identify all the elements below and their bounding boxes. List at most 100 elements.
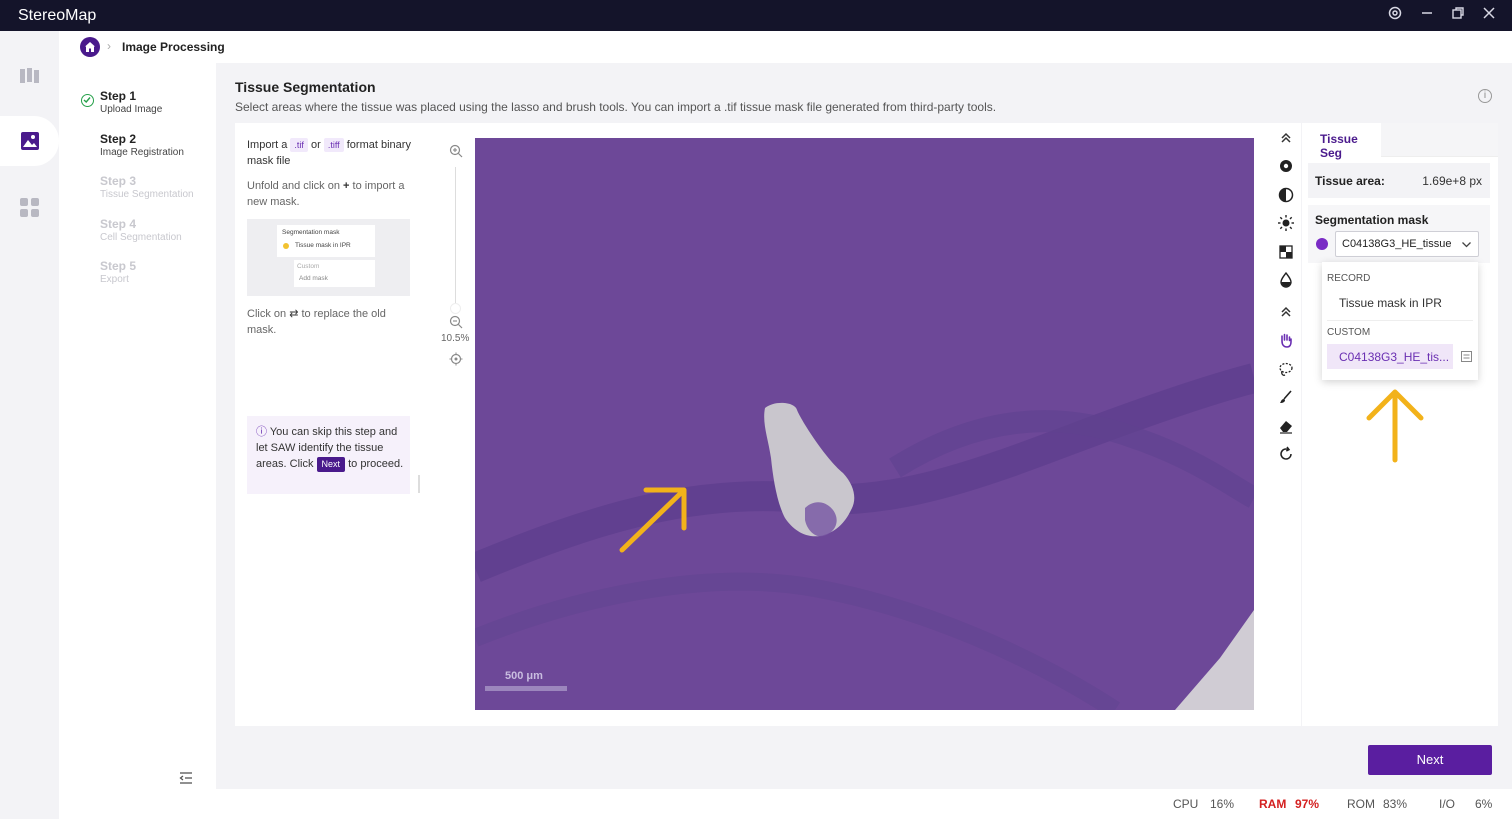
page-title: Tissue Segmentation xyxy=(235,79,376,95)
unfold-prefix-text: Unfold and click on xyxy=(247,180,340,192)
adjust-gear-icon[interactable] xyxy=(1277,157,1295,175)
mini-mask-card: Segmentation mask Tissue mask in IPR xyxy=(277,225,375,257)
main-content: Tissue Segmentation Select areas where t… xyxy=(216,63,1512,789)
dropdown-divider xyxy=(1327,320,1473,321)
app-title: StereoMap xyxy=(18,7,97,24)
cpu-value: 16% xyxy=(1210,797,1235,811)
mini-custom-card: Custom Add mask xyxy=(294,260,375,287)
or-text: or xyxy=(311,139,321,151)
rail-map-item[interactable] xyxy=(0,51,59,101)
step-subtitle: Image Registration xyxy=(100,147,184,158)
mini-title: Segmentation mask xyxy=(282,229,340,236)
step-subtitle: Upload Image xyxy=(100,104,163,115)
contrast-icon[interactable] xyxy=(1277,186,1295,204)
tissue-area-row: Tissue area: 1.69e+8 px xyxy=(1308,163,1490,198)
scale-bar xyxy=(485,686,567,691)
reset-rotate-icon[interactable] xyxy=(1277,445,1295,463)
step-subtitle: Tissue Segmentation xyxy=(100,189,194,200)
hand-pan-icon[interactable] xyxy=(1277,331,1295,349)
close-icon[interactable] xyxy=(1480,6,1498,24)
tab-tissue-seg[interactable]: Tissue Seg xyxy=(1302,123,1381,160)
skip-hint-text: ⓘ You can skip this step and let SAW ide… xyxy=(256,424,406,472)
collapse-up-icon[interactable] xyxy=(1277,129,1295,147)
step-subtitle: Export xyxy=(100,274,129,285)
swap-icon: ⇄ xyxy=(289,308,299,320)
dropdown-item-custom[interactable]: C04138G3_HE_tis... xyxy=(1327,344,1453,369)
mask-dropdown-menu: RECORD Tissue mask in IPR CUSTOM C04138G… xyxy=(1322,262,1478,380)
settings-icon-glyph xyxy=(1388,6,1402,20)
zoom-out-icon[interactable] xyxy=(449,315,463,329)
hint-info-icon: ⓘ xyxy=(256,426,267,438)
segmentation-mask-title: Segmentation mask xyxy=(1315,213,1429,227)
replace-mask-icon[interactable] xyxy=(1461,351,1472,362)
tif-chip: .tif xyxy=(290,138,308,152)
rail-apps-item[interactable] xyxy=(0,183,59,233)
breadcrumb: › Image Processing xyxy=(59,31,1512,63)
scale-bar-label: 500 μm xyxy=(505,670,543,682)
ram-value: 97% xyxy=(1295,797,1320,811)
lasso-icon[interactable] xyxy=(1277,360,1295,378)
collapse-sidebar-icon[interactable] xyxy=(179,771,195,785)
tissue-seg-panel: Tissue Seg Tissue area: 1.69e+8 px Segme… xyxy=(1302,123,1498,726)
segmentation-mask-section: Segmentation mask C04138G3_HE_tissue xyxy=(1308,205,1490,263)
recenter-icon[interactable] xyxy=(449,352,463,366)
rail-image-processing-item[interactable] xyxy=(0,116,59,166)
io-value: 6% xyxy=(1475,797,1493,811)
restore-icon[interactable] xyxy=(1449,6,1467,24)
replace-instructions: Click on ⇄ to replace the old mask. xyxy=(247,306,412,338)
chevron-down-icon xyxy=(1462,242,1471,248)
mini-custom: Custom xyxy=(297,263,320,270)
page-description: Select areas where the tissue was placed… xyxy=(235,100,997,114)
opacity-drop-icon[interactable] xyxy=(1277,271,1295,289)
breadcrumb-separator: › xyxy=(107,39,111,53)
import-prefix-text: Import a xyxy=(247,139,288,151)
info-icon[interactable]: i xyxy=(1478,89,1492,103)
step-title: Step 2 xyxy=(100,132,137,146)
home-icon xyxy=(85,42,95,52)
brush-icon[interactable] xyxy=(1277,388,1295,406)
tab-label: Tissue Seg xyxy=(1320,132,1358,160)
collapse-up-icon[interactable] xyxy=(1277,303,1295,321)
custom-group-label: CUSTOM xyxy=(1327,327,1371,338)
next-chip: Next xyxy=(316,457,346,472)
dropdown-item-record[interactable]: Tissue mask in IPR xyxy=(1339,296,1442,310)
status-bar: CPU 16% RAM 97% ROM 83% I/O 6% xyxy=(59,789,1512,819)
steps-sidebar: Step 1 Upload Image Step 2 Image Registr… xyxy=(59,63,216,819)
eraser-icon[interactable] xyxy=(1277,417,1295,435)
mask-preview-image: Segmentation mask Tissue mask in IPR Cus… xyxy=(247,219,410,296)
step-2[interactable]: Step 2 Image Registration xyxy=(100,132,184,158)
minimize-icon[interactable] xyxy=(1418,6,1436,24)
plus-icon: + xyxy=(343,180,350,192)
step-title: Step 5 xyxy=(100,259,137,273)
step-title: Step 1 xyxy=(100,89,137,103)
io-label: I/O xyxy=(1439,797,1456,811)
home-button[interactable] xyxy=(80,37,100,57)
step-4: Step 4 Cell Segmentation xyxy=(100,217,182,243)
panel-tabs: Tissue Seg xyxy=(1302,123,1498,160)
import-instructions: Import a .tif or .tiff format binary mas… xyxy=(247,137,412,169)
mask-select-value: C04138G3_HE_tissue xyxy=(1342,238,1452,250)
next-button[interactable]: Next xyxy=(1368,745,1492,775)
skip-suffix-text: to proceed. xyxy=(348,458,404,470)
step-5: Step 5 Export xyxy=(100,259,136,285)
zoom-in-icon[interactable] xyxy=(449,144,463,158)
zoom-slider[interactable] xyxy=(455,167,456,303)
mask-select[interactable]: C04138G3_HE_tissue xyxy=(1335,231,1479,257)
tissue-area-value: 1.69e+8 px xyxy=(1422,174,1482,188)
step-1[interactable]: Step 1 Upload Image xyxy=(100,89,162,115)
step-title: Step 4 xyxy=(100,217,137,231)
zoom-slider-handle[interactable] xyxy=(450,303,461,314)
tissue-area-label: Tissue area: xyxy=(1315,174,1385,188)
brightness-icon[interactable] xyxy=(1277,214,1295,232)
panel-resize-handle[interactable] xyxy=(418,475,420,493)
tissue-image-svg xyxy=(475,138,1254,710)
settings-icon[interactable] xyxy=(1386,6,1404,24)
tissue-image[interactable]: 500 μm xyxy=(475,138,1254,710)
map-icon xyxy=(20,68,39,83)
unfold-instructions: Unfold and click on + to import a new ma… xyxy=(247,178,412,210)
mask-color-dot[interactable] xyxy=(1316,238,1328,250)
mini-option: Tissue mask in IPR xyxy=(295,242,351,249)
image-icon xyxy=(21,132,39,150)
cpu-label: CPU xyxy=(1173,797,1199,811)
checker-icon[interactable] xyxy=(1277,243,1295,261)
